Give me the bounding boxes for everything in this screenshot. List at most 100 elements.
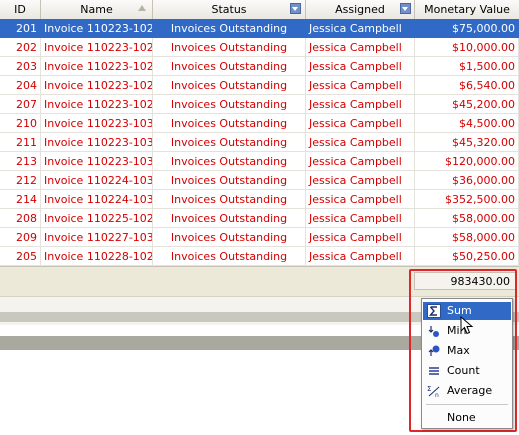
cell-assigned[interactable]: Jessica Campbell xyxy=(306,209,415,228)
cell-id[interactable]: 203 xyxy=(0,57,41,76)
cell-name[interactable]: Invoice 110223-1024 xyxy=(41,57,153,76)
cell-assigned[interactable]: Jessica Campbell xyxy=(306,114,415,133)
header-name[interactable]: Name xyxy=(41,0,153,19)
cell-id[interactable]: 214 xyxy=(0,190,41,209)
cell-status[interactable]: Invoices Outstanding xyxy=(153,247,306,266)
cell-id[interactable]: 202 xyxy=(0,38,41,57)
cell-name[interactable]: Invoice 110227-1030 xyxy=(41,228,153,247)
menu-separator xyxy=(426,404,508,405)
cell-value[interactable]: $45,200.00 xyxy=(415,95,519,114)
cell-name[interactable]: Invoice 110223-1031 xyxy=(41,114,153,133)
cell-status[interactable]: Invoices Outstanding xyxy=(153,209,306,228)
cell-id[interactable]: 204 xyxy=(0,76,41,95)
cell-status[interactable]: Invoices Outstanding xyxy=(153,19,306,38)
menu-item-max-label: Max xyxy=(447,344,470,357)
cell-value[interactable]: $45,320.00 xyxy=(415,133,519,152)
cell-assigned[interactable]: Jessica Campbell xyxy=(306,190,415,209)
cell-status[interactable]: Invoices Outstanding xyxy=(153,114,306,133)
cell-name[interactable]: Invoice 110228-1026 xyxy=(41,247,153,266)
cell-name[interactable]: Invoice 110223-1022 xyxy=(41,19,153,38)
cell-status[interactable]: Invoices Outstanding xyxy=(153,228,306,247)
cell-value[interactable]: $6,540.00 xyxy=(415,76,519,95)
min-icon xyxy=(427,324,441,338)
table-row[interactable]: 211 Invoice 110223-1032 Invoices Outstandi… xyxy=(0,133,519,152)
cell-id[interactable]: 207 xyxy=(0,95,41,114)
cell-id[interactable]: 208 xyxy=(0,209,41,228)
header-id[interactable]: ID xyxy=(0,0,41,19)
table-row[interactable]: 207 Invoice 110223-1028 Invoices Outstandi… xyxy=(0,95,519,114)
cell-name[interactable]: Invoice 110223-1023 xyxy=(41,38,153,57)
cell-assigned[interactable]: Jessica Campbell xyxy=(306,247,415,266)
cell-value[interactable]: $50,250.00 xyxy=(415,247,519,266)
cell-assigned[interactable]: Jessica Campbell xyxy=(306,19,415,38)
cell-value[interactable]: $4,500.00 xyxy=(415,114,519,133)
cell-value[interactable]: $75,000.00 xyxy=(415,19,519,38)
table-row[interactable]: 214 Invoice 110224-1035 Invoices Outstandi… xyxy=(0,190,519,209)
cell-value[interactable]: $10,000.00 xyxy=(415,38,519,57)
assigned-filter-dropdown-icon[interactable] xyxy=(400,3,411,14)
table-row[interactable]: 202 Invoice 110223-1023 Invoices Outstandi… xyxy=(0,38,519,57)
table-row[interactable]: 204 Invoice 110223-1025 Invoices Outstandi… xyxy=(0,76,519,95)
cell-value[interactable]: $120,000.00 xyxy=(415,152,519,171)
svg-text:n: n xyxy=(435,392,439,398)
cell-status[interactable]: Invoices Outstanding xyxy=(153,95,306,114)
cell-value[interactable]: $58,000.00 xyxy=(415,209,519,228)
cell-assigned[interactable]: Jessica Campbell xyxy=(306,76,415,95)
cell-name[interactable]: Invoice 110223-1034 xyxy=(41,152,153,171)
cell-id[interactable]: 211 xyxy=(0,133,41,152)
cell-name[interactable]: Invoice 110224-1033 xyxy=(41,171,153,190)
table-row[interactable]: 210 Invoice 110223-1031 Invoices Outstandi… xyxy=(0,114,519,133)
cell-id[interactable]: 209 xyxy=(0,228,41,247)
status-filter-dropdown-icon[interactable] xyxy=(290,3,301,14)
header-value-label: Monetary Value xyxy=(424,3,510,16)
cell-status[interactable]: Invoices Outstanding xyxy=(153,152,306,171)
cell-value[interactable]: $352,500.00 xyxy=(415,190,519,209)
cell-assigned[interactable]: Jessica Campbell xyxy=(306,38,415,57)
cell-assigned[interactable]: Jessica Campbell xyxy=(306,95,415,114)
menu-item-count[interactable]: Count xyxy=(423,362,511,380)
cell-id[interactable]: 205 xyxy=(0,247,41,266)
cell-assigned[interactable]: Jessica Campbell xyxy=(306,228,415,247)
cell-assigned[interactable]: Jessica Campbell xyxy=(306,152,415,171)
cell-status[interactable]: Invoices Outstanding xyxy=(153,38,306,57)
cell-value[interactable]: $36,000.00 xyxy=(415,171,519,190)
table-row[interactable]: 213 Invoice 110223-1034 Invoices Outstandi… xyxy=(0,152,519,171)
cell-status[interactable]: Invoices Outstanding xyxy=(153,76,306,95)
table-row[interactable]: 212 Invoice 110224-1033 Invoices Outstandi… xyxy=(0,171,519,190)
table-row[interactable]: 205 Invoice 110228-1026 Invoices Outstandi… xyxy=(0,247,519,266)
cell-value[interactable]: $58,000.00 xyxy=(415,228,519,247)
menu-item-count-label: Count xyxy=(447,364,480,377)
cell-assigned[interactable]: Jessica Campbell xyxy=(306,57,415,76)
cell-status[interactable]: Invoices Outstanding xyxy=(153,190,306,209)
table-row[interactable]: 203 Invoice 110223-1024 Invoices Outstandi… xyxy=(0,57,519,76)
header-value[interactable]: Monetary Value xyxy=(415,0,519,19)
count-icon xyxy=(427,364,441,378)
cell-id[interactable]: 201 xyxy=(0,19,41,38)
cell-assigned[interactable]: Jessica Campbell xyxy=(306,171,415,190)
cell-name[interactable]: Invoice 110223-1025 xyxy=(41,76,153,95)
header-status[interactable]: Status xyxy=(153,0,306,19)
header-status-label: Status xyxy=(211,3,247,16)
header-name-label: Name xyxy=(80,3,113,16)
menu-item-max[interactable]: Max xyxy=(423,342,511,360)
cell-id[interactable]: 210 xyxy=(0,114,41,133)
grid-header: ID Name Status Assigned Monetary Value xyxy=(0,0,519,20)
cell-id[interactable]: 212 xyxy=(0,171,41,190)
cell-name[interactable]: Invoice 110224-1035 xyxy=(41,190,153,209)
cell-value[interactable]: $1,500.00 xyxy=(415,57,519,76)
cell-status[interactable]: Invoices Outstanding xyxy=(153,57,306,76)
cell-name[interactable]: Invoice 110225-1029 xyxy=(41,209,153,228)
svg-text:Σ: Σ xyxy=(427,385,431,393)
cell-status[interactable]: Invoices Outstanding xyxy=(153,171,306,190)
cell-assigned[interactable]: Jessica Campbell xyxy=(306,133,415,152)
header-assigned[interactable]: Assigned xyxy=(306,0,415,19)
cell-id[interactable]: 213 xyxy=(0,152,41,171)
menu-item-average[interactable]: Σn Average xyxy=(423,382,511,400)
table-row[interactable]: 201 Invoice 110223-1022 Invoices Outstandi… xyxy=(0,19,519,38)
table-row[interactable]: 209 Invoice 110227-1030 Invoices Outstandi… xyxy=(0,228,519,247)
cell-status[interactable]: Invoices Outstanding xyxy=(153,133,306,152)
table-row[interactable]: 208 Invoice 110225-1029 Invoices Outstandi… xyxy=(0,209,519,228)
menu-item-none[interactable]: None xyxy=(423,409,511,427)
cell-name[interactable]: Invoice 110223-1032 xyxy=(41,133,153,152)
cell-name[interactable]: Invoice 110223-1028 xyxy=(41,95,153,114)
